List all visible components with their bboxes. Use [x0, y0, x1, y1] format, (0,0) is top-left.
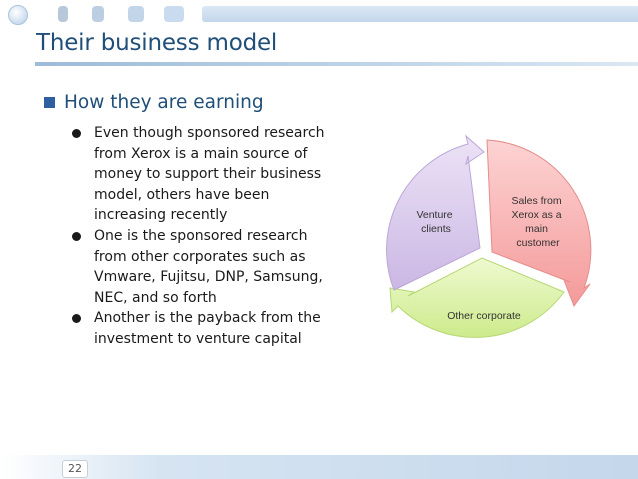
- label-line: Other corporate: [447, 310, 521, 322]
- cycle-diagram: Sales from Xerox as a main customer Othe…: [386, 134, 592, 338]
- decor-square: [58, 6, 68, 22]
- decor-square: [92, 6, 104, 22]
- decor-circle: [8, 5, 28, 25]
- page-number: 22: [62, 460, 88, 478]
- bullet-item: One is the sponsored research from other…: [70, 226, 340, 308]
- bullet-text: One is the sponsored research from other…: [94, 227, 323, 306]
- footer-bar: [0, 455, 638, 479]
- label-line: clients: [421, 223, 451, 235]
- label-line: main: [525, 223, 548, 235]
- round-bullet-icon: [72, 314, 81, 324]
- section-heading: How they are earning: [64, 92, 264, 113]
- segment-label-other-corporate: Other corporate: [447, 310, 521, 322]
- heading-row: How they are earning: [44, 92, 264, 113]
- bullet-list: Even though sponsored research from Xero…: [70, 123, 340, 350]
- label-line: Venture: [416, 209, 452, 221]
- decor-square: [164, 6, 184, 22]
- title-underline: [35, 62, 638, 66]
- bullet-item: Even though sponsored research from Xero…: [70, 123, 340, 226]
- top-decoration-bar: [0, 0, 638, 28]
- label-line: Xerox as a: [511, 209, 561, 221]
- bullet-text: Another is the payback from the investme…: [94, 310, 321, 347]
- round-bullet-icon: [72, 231, 81, 241]
- square-bullet-icon: [44, 97, 55, 108]
- slide-title: Their business model: [36, 30, 278, 56]
- bullet-item: Another is the payback from the investme…: [70, 308, 340, 349]
- label-line: customer: [516, 237, 560, 249]
- bullet-text: Even though sponsored research from Xero…: [94, 125, 325, 224]
- round-bullet-icon: [72, 129, 81, 138]
- decor-square: [128, 6, 144, 22]
- label-line: Sales from: [511, 195, 561, 207]
- decor-long-bar: [202, 6, 638, 22]
